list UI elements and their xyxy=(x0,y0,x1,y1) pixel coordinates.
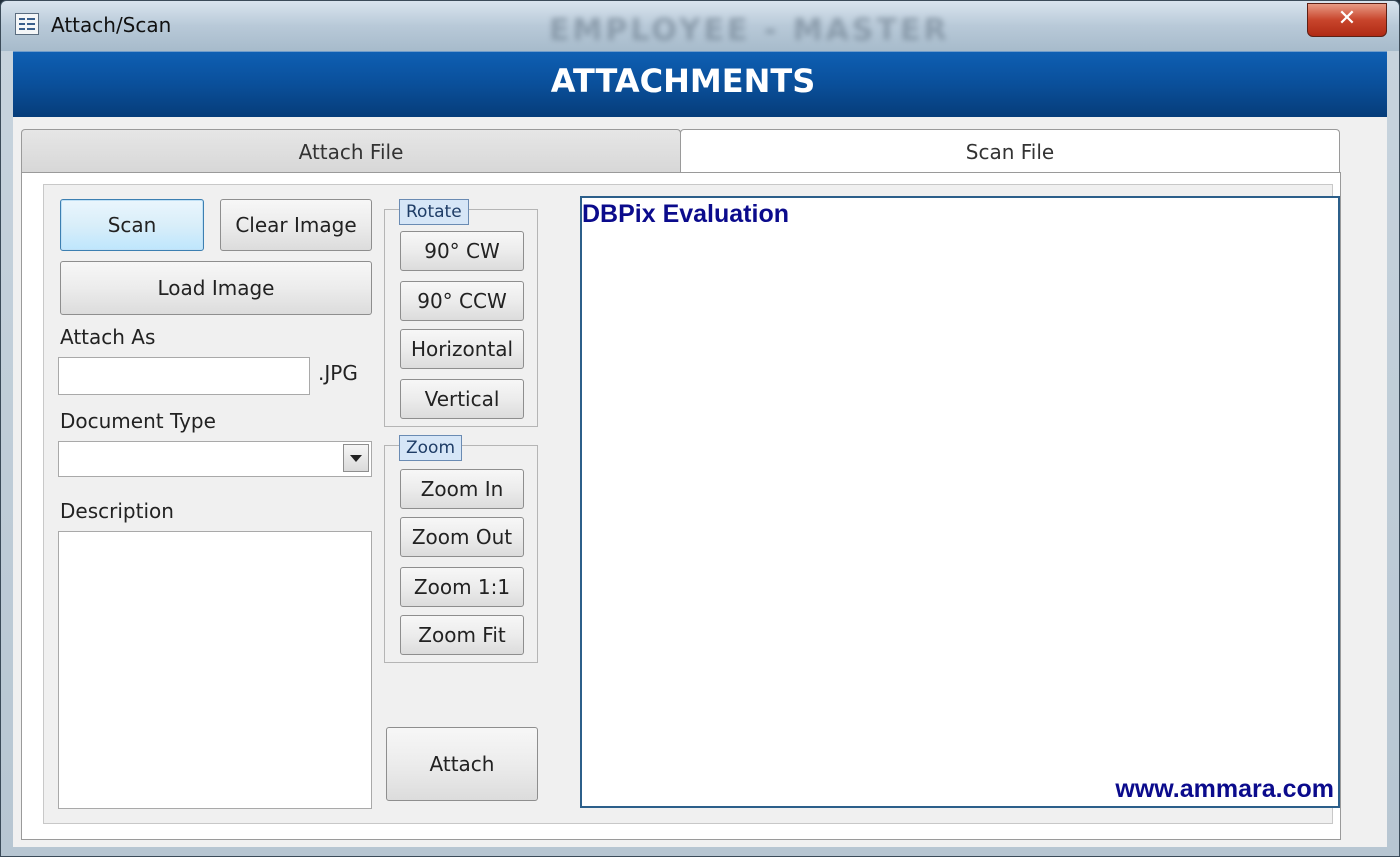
description-textarea[interactable] xyxy=(58,531,372,809)
window-title: Attach/Scan xyxy=(51,13,172,37)
zoom-out-button[interactable]: Zoom Out xyxy=(400,517,524,557)
scan-button[interactable]: Scan xyxy=(60,199,204,251)
attach-button[interactable]: Attach xyxy=(386,727,538,801)
scan-tab-page: Scan Clear Image Load Image Attach As .J… xyxy=(21,172,1341,840)
attach-as-input[interactable] xyxy=(58,357,310,395)
dropdown-button[interactable] xyxy=(343,444,369,472)
zoom-in-button[interactable]: Zoom In xyxy=(400,469,524,509)
zoom-1-1-button[interactable]: Zoom 1:1 xyxy=(400,567,524,607)
zoom-fit-button[interactable]: Zoom Fit xyxy=(400,615,524,655)
chevron-down-icon xyxy=(350,454,362,462)
file-extension-label: .JPG xyxy=(318,361,358,385)
tab-attach-file[interactable]: Attach File xyxy=(21,129,681,173)
app-window: Attach/Scan EMPLOYEE - MASTER ✕ ATTACHME… xyxy=(0,0,1400,857)
rotate-group-label: Rotate xyxy=(399,199,469,225)
form-body: Attach File Scan File Scan Clear Image L… xyxy=(13,117,1387,847)
rotate-90-cw-button[interactable]: 90° CW xyxy=(400,231,524,271)
banner-title: ATTACHMENTS xyxy=(550,62,816,100)
header-banner: ATTACHMENTS xyxy=(13,51,1387,118)
zoom-group-label: Zoom xyxy=(399,435,463,461)
background-window-title: EMPLOYEE - MASTER xyxy=(549,13,950,48)
document-type-label: Document Type xyxy=(60,409,216,433)
clear-image-button[interactable]: Clear Image xyxy=(220,199,372,251)
load-image-button[interactable]: Load Image xyxy=(60,261,372,315)
title-bar[interactable]: Attach/Scan EMPLOYEE - MASTER ✕ xyxy=(1,1,1399,51)
description-label: Description xyxy=(60,499,174,523)
form-icon xyxy=(15,13,39,35)
viewer-evaluation-title: DBPix Evaluation xyxy=(582,200,789,228)
scan-panel: Scan Clear Image Load Image Attach As .J… xyxy=(43,184,1340,824)
flip-horizontal-button[interactable]: Horizontal xyxy=(400,329,524,369)
image-viewer[interactable]: DBPix Evaluation www.ammara.com xyxy=(580,196,1340,808)
attach-as-label: Attach As xyxy=(60,325,156,349)
tab-scan-file[interactable]: Scan File xyxy=(680,129,1340,173)
rotate-90-ccw-button[interactable]: 90° CCW xyxy=(400,281,524,321)
viewer-url-link[interactable]: www.ammara.com xyxy=(1115,775,1334,804)
close-button[interactable]: ✕ xyxy=(1307,3,1387,37)
document-type-select[interactable] xyxy=(58,441,372,477)
flip-vertical-button[interactable]: Vertical xyxy=(400,379,524,419)
